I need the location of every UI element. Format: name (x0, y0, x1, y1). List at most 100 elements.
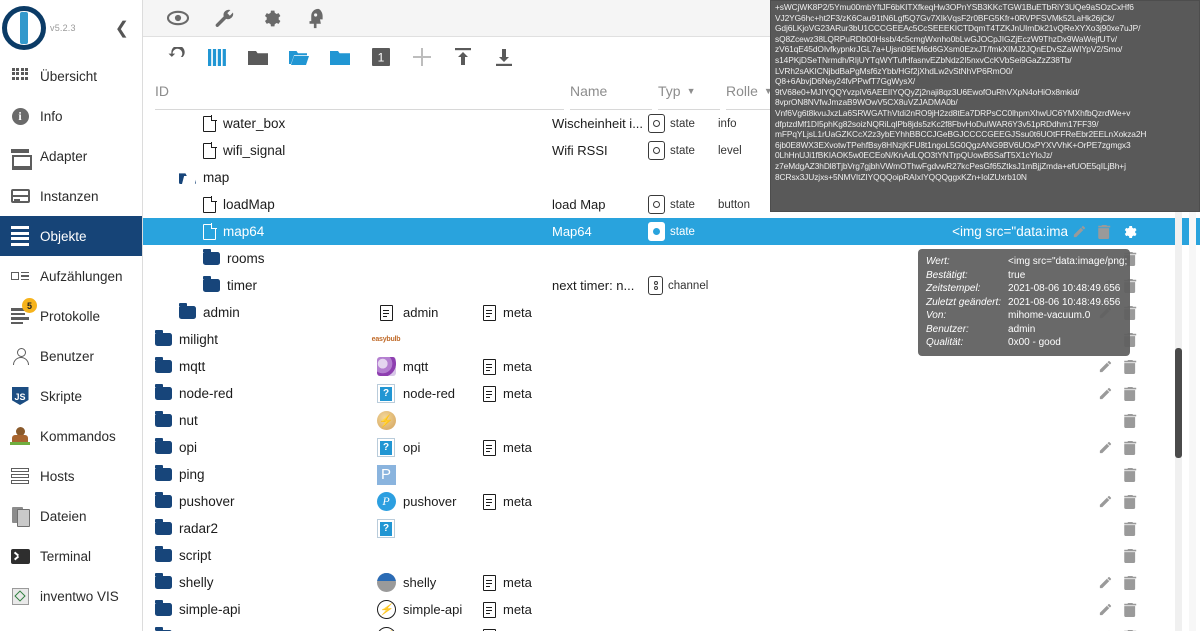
tooltip-key: Qualität: (926, 337, 964, 348)
delete-icon[interactable] (1123, 548, 1137, 564)
sidebar-item-adapter[interactable]: Adapter (0, 136, 142, 176)
depth-level-button[interactable]: 1 (360, 40, 401, 74)
settings-icon[interactable] (1121, 224, 1137, 240)
table-row[interactable]: pushover Ppushover meta (143, 488, 1200, 515)
row-meta-cell: meta (483, 353, 532, 380)
js-icon: JS (11, 387, 29, 405)
edit-icon[interactable] (1098, 440, 1113, 455)
columns-button[interactable] (196, 40, 237, 74)
sidebar-item-skripte[interactable]: JS Skripte (0, 376, 142, 416)
row-value-preview: <img src="data:ima (952, 224, 1068, 239)
vertical-scrollbar-thumb[interactable] (1175, 348, 1182, 458)
row-adapter-icon: ⚡ (375, 411, 397, 431)
sidebar-item-aufz-hlungen[interactable]: Aufzählungen (0, 256, 142, 296)
sidebar-item-kommandos[interactable]: Kommandos (0, 416, 142, 456)
delete-icon[interactable] (1123, 575, 1137, 591)
base64-line: Q8+6AbvjD6Ney24fvPPwfT7GgWysX/ (775, 76, 916, 87)
sidebar-item-benutzer[interactable]: Benutzer (0, 336, 142, 376)
collapse-all-button[interactable] (237, 40, 278, 74)
row-id-cell[interactable]: radar2 (143, 519, 552, 536)
document-icon (483, 304, 496, 321)
edit-icon[interactable] (1098, 575, 1113, 590)
row-id-cell[interactable]: milight (143, 330, 552, 347)
sidebar-item-label: Dateien (40, 508, 87, 524)
row-id-cell[interactable]: map (143, 170, 552, 185)
delete-icon[interactable] (1123, 386, 1137, 402)
column-header-name[interactable]: Name (570, 83, 652, 110)
js-icon: JS (9, 385, 31, 407)
edit-icon[interactable] (1098, 602, 1113, 617)
sidebar-item-info[interactable]: i Info (0, 96, 142, 136)
import-button[interactable] (442, 40, 483, 74)
table-row[interactable]: mqtt mqtt meta (143, 353, 1200, 380)
sidebar-item-terminal[interactable]: Terminal (0, 536, 142, 576)
shop-icon (11, 148, 32, 170)
row-id-cell[interactable]: wifi_signal (143, 142, 552, 159)
expand-all-button[interactable] (278, 40, 319, 74)
delete-icon[interactable] (1123, 602, 1137, 618)
grid-icon (11, 67, 29, 85)
row-id-cell[interactable]: script (143, 546, 552, 563)
delete-icon[interactable] (1123, 467, 1137, 483)
sidebar-collapse-button[interactable]: ❮ (110, 18, 134, 39)
chevron-down-icon[interactable]: ▼ (687, 83, 696, 99)
column-header-id[interactable]: ID (155, 83, 564, 110)
row-meta-label: meta (503, 305, 532, 320)
table-row[interactable]: shelly shelly meta (143, 569, 1200, 596)
column-header-typ[interactable]: Typ ▼ (658, 83, 720, 110)
row-id-cell[interactable]: loadMap (143, 196, 552, 213)
row-adapter-label: admin (403, 305, 439, 320)
gear-icon[interactable] (259, 7, 281, 29)
row-id-cell[interactable]: nut (143, 411, 552, 428)
row-adapter-cell: easybulb (372, 326, 401, 353)
refresh-button[interactable] (155, 40, 196, 74)
sidebar-item-label: Terminal (40, 548, 92, 564)
sidebar-item-hosts[interactable]: Hosts (0, 456, 142, 496)
table-row[interactable]: map64 Map64 state <img src="data:ima (143, 218, 1200, 245)
row-adapter-label: mqtt (403, 359, 429, 374)
table-row[interactable]: simple-api ⚡ simple-api meta (143, 596, 1200, 623)
delete-icon[interactable] (1123, 494, 1137, 510)
row-name-label: load Map (552, 197, 606, 212)
expand-one-button[interactable] (319, 40, 360, 74)
sidebar-item-inventwo-vis[interactable]: inventwo VIS (0, 576, 142, 616)
edit-icon[interactable] (1098, 359, 1113, 374)
table-row[interactable]: socketio⚡socketiometa (143, 623, 1200, 631)
edit-icon[interactable] (1072, 224, 1087, 239)
wrench-icon[interactable] (213, 7, 235, 29)
edit-icon[interactable] (1098, 386, 1113, 401)
document-icon (203, 115, 216, 132)
delete-icon[interactable] (1097, 224, 1111, 240)
row-adapter-icon (375, 303, 397, 323)
add-object-button[interactable] (401, 40, 442, 74)
delete-icon[interactable] (1123, 413, 1137, 429)
eye-icon[interactable] (167, 7, 189, 29)
row-name-cell: Wischeinheit i... (552, 116, 648, 131)
document-icon (483, 574, 496, 591)
table-row[interactable]: ping P (143, 461, 1200, 488)
row-id-cell[interactable]: timer (143, 276, 552, 293)
document-icon (203, 142, 216, 159)
table-row[interactable]: radar2? (143, 515, 1200, 542)
row-meta-cell: meta (483, 488, 532, 515)
row-id-cell[interactable]: water_box (143, 115, 552, 132)
nut-icon: ⚡ (376, 411, 396, 430)
row-id-cell[interactable]: ping (143, 465, 552, 482)
export-button[interactable] (483, 40, 524, 74)
expert-mode-icon[interactable] (305, 7, 327, 29)
sidebar-item-instanzen[interactable]: Instanzen (0, 176, 142, 216)
row-id-cell[interactable]: rooms (143, 249, 552, 266)
delete-icon[interactable] (1123, 440, 1137, 456)
table-row[interactable]: nut ⚡ (143, 407, 1200, 434)
delete-icon[interactable] (1123, 521, 1137, 537)
sidebar-item-objekte[interactable]: Objekte (0, 216, 142, 256)
delete-icon[interactable] (1123, 359, 1137, 375)
table-row[interactable]: node-red? node-red meta (143, 380, 1200, 407)
sidebar-item-dateien[interactable]: Dateien (0, 496, 142, 536)
edit-icon[interactable] (1098, 494, 1113, 509)
table-row[interactable]: opi? opi meta (143, 434, 1200, 461)
sidebar-item--bersicht[interactable]: Übersicht (0, 56, 142, 96)
sidebar-item-protokolle[interactable]: 5 Protokolle (0, 296, 142, 336)
table-row[interactable]: script (143, 542, 1200, 569)
row-id-cell[interactable]: map64 (143, 223, 552, 240)
